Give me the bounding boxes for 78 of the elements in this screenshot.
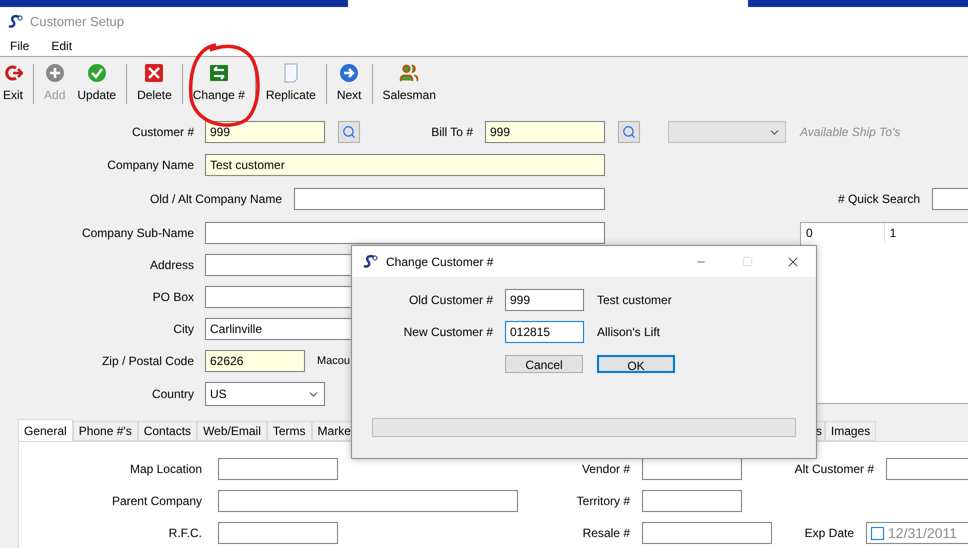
customer-number-field[interactable]: 999 (205, 121, 325, 143)
quick-search-field[interactable] (932, 188, 968, 210)
right-arrow-circle-icon (339, 63, 360, 83)
country-dropdown[interactable]: US (205, 382, 325, 406)
company-sub-name-field[interactable] (205, 222, 605, 244)
search-icon (342, 125, 356, 139)
lookup-button[interactable] (338, 121, 360, 143)
toolbar-button[interactable]: Update (77, 63, 116, 104)
county-text: Macou (317, 354, 350, 369)
tab[interactable]: Terms (266, 421, 312, 441)
map-location-field[interactable] (218, 458, 338, 480)
search-icon (622, 125, 636, 139)
customer-number-field[interactable]: 012815 (505, 321, 584, 343)
field-label: Bill To # (430, 124, 473, 141)
customer-name-text: Allison's Lift (597, 324, 660, 341)
window-title: Customer Setup (30, 12, 124, 31)
field-label: Exp Date (804, 525, 855, 542)
dialog-button[interactable]: OK (597, 355, 675, 373)
field-label: Vendor # (580, 461, 630, 478)
vendor-field[interactable] (642, 458, 742, 480)
company-name-field[interactable]: Test customer (205, 154, 605, 176)
exit-arrow-icon (3, 63, 23, 83)
app-logo-icon (7, 14, 23, 30)
customer-number-field[interactable]: 999 (505, 289, 584, 311)
app-logo-icon (362, 254, 378, 270)
field-label: Zip / Postal Code (100, 353, 194, 370)
grid-column-header: 0 (801, 223, 885, 243)
field-label: Resale # (582, 525, 630, 542)
tab[interactable]: Images (824, 421, 876, 441)
alt-company-name-field[interactable] (294, 188, 605, 210)
people-icon (399, 63, 420, 83)
parent-company-field[interactable] (218, 490, 518, 512)
toolbar-button[interactable]: Replicate (266, 63, 316, 104)
field-label: R.F.C. (168, 525, 202, 542)
x-square-icon (144, 63, 164, 83)
field-label: Old Customer # (408, 292, 493, 309)
field-label: City (172, 321, 194, 338)
resale-field[interactable] (642, 522, 772, 544)
rfc-field[interactable] (218, 522, 338, 544)
toolbar-button[interactable]: Exit (3, 63, 24, 104)
field-label: Company Sub-Name (80, 225, 194, 242)
grid-column-header: 1 (888, 225, 898, 242)
menu-item[interactable]: File (10, 37, 30, 55)
swap-arrows-icon (208, 63, 229, 83)
field-label: Old / Alt Company Name (148, 191, 282, 208)
bill-to-field[interactable]: 999 (485, 121, 605, 143)
maximize-icon (742, 256, 752, 267)
tab[interactable]: Phone #'s (72, 421, 138, 441)
dialog-title: Change Customer # (386, 254, 494, 270)
field-label: Address (148, 257, 194, 274)
field-label: Map Location (128, 461, 202, 478)
tab[interactable]: Contacts (138, 421, 198, 441)
lookup-button[interactable] (618, 121, 640, 143)
ship-to-label: Available Ship To's (800, 124, 900, 141)
zip-field[interactable]: 62626 (205, 350, 305, 372)
plus-circle-icon (44, 63, 65, 83)
checkbox[interactable] (871, 526, 884, 540)
field-label: Parent Company (110, 493, 202, 510)
territory-field[interactable] (642, 490, 742, 512)
tab[interactable]: General (18, 419, 73, 441)
field-label: New Customer # (402, 324, 493, 341)
menu-item[interactable]: Edit (51, 37, 72, 55)
field-label: Customer # (130, 124, 194, 141)
dialog-button[interactable]: Cancel (505, 355, 583, 373)
toolbar-button[interactable]: Salesman (382, 63, 436, 104)
alt-customer-field[interactable] (886, 458, 968, 480)
field-label: PO Box (152, 289, 194, 306)
toolbar-button[interactable]: Delete (137, 63, 172, 104)
toolbar-button[interactable]: Next (336, 63, 362, 104)
toolbar-button[interactable]: Change # (192, 63, 245, 104)
check-circle-icon (86, 63, 107, 83)
field-label: Company Name (106, 157, 194, 174)
field-label: # Quick Search (836, 191, 920, 208)
tab[interactable]: Web/Email (197, 421, 267, 441)
field-label: Alt Customer # (794, 461, 874, 478)
field-label: Country (150, 386, 194, 403)
customer-name-text: Test customer (597, 292, 672, 309)
field-label: Territory # (576, 493, 630, 510)
